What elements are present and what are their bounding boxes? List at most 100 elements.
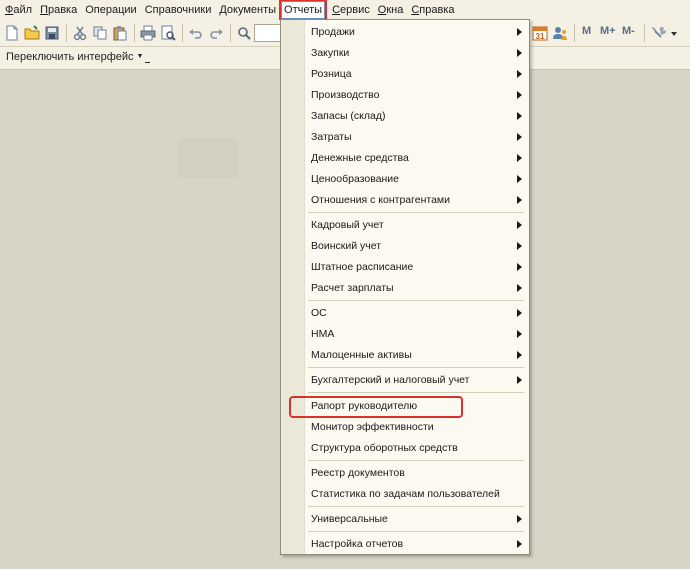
undo-icon[interactable] xyxy=(188,25,204,41)
menu-item-accounting-tax[interactable]: Бухгалтерский и налоговый учет xyxy=(304,370,528,390)
submenu-arrow-icon xyxy=(517,154,522,162)
calendar-day: 31 xyxy=(536,32,545,41)
menu-item-label: Статистика по задачам пользователей xyxy=(311,488,500,500)
menu-windows-label: кна xyxy=(386,4,404,16)
menu-item-label: Розница xyxy=(311,68,352,80)
menu-item-document-registry[interactable]: Реестр документов xyxy=(304,463,528,483)
submenu-arrow-icon xyxy=(517,49,522,57)
menu-item-military[interactable]: Воинский учет xyxy=(304,236,528,256)
menu-item-label: Рапорт руководителю xyxy=(311,400,418,412)
submenu-arrow-icon xyxy=(517,112,522,120)
menu-item-low-value-assets[interactable]: Малоценные активы xyxy=(304,345,528,365)
menu-item-efficiency-monitor[interactable]: Монитор эффективности xyxy=(304,417,528,437)
memory-add-button[interactable]: M+ xyxy=(600,25,616,37)
menu-item-costs[interactable]: Затраты xyxy=(304,127,528,147)
background-placeholder xyxy=(178,138,238,178)
menu-service-accel: С xyxy=(332,4,341,16)
save-icon[interactable] xyxy=(44,25,60,41)
menu-icon-gutter xyxy=(281,20,305,554)
memory-recall-button[interactable]: M xyxy=(582,25,591,37)
menu-item-retail[interactable]: Розница xyxy=(304,64,528,84)
reports-dropdown-menu: Продажи Закупки Розница Производство Зап… xyxy=(280,19,530,555)
menu-item-label: Кадровый учет xyxy=(311,219,384,231)
submenu-arrow-icon xyxy=(517,351,522,359)
toolbar-separator xyxy=(134,24,135,42)
print-icon[interactable] xyxy=(140,25,156,41)
menu-item-intangibles[interactable]: НМА xyxy=(304,324,528,344)
menu-reports[interactable]: Отчеты xyxy=(279,0,328,21)
menu-item-label: Запасы (склад) xyxy=(311,110,386,122)
new-document-icon[interactable] xyxy=(4,25,20,41)
menu-item-label: Настройка отчетов xyxy=(311,538,404,550)
menu-item-pricing[interactable]: Ценообразование xyxy=(304,169,528,189)
menu-help-label: правка xyxy=(419,4,455,16)
menu-references[interactable]: Справочники xyxy=(142,1,215,19)
menu-item-sales[interactable]: Продажи xyxy=(304,22,528,42)
menu-help[interactable]: Справка xyxy=(408,1,457,19)
tools-icon[interactable] xyxy=(650,25,666,41)
menu-separator xyxy=(308,300,524,301)
menu-edit-accel: П xyxy=(40,4,48,16)
menu-item-label: Расчет зарплаты xyxy=(311,282,394,294)
switch-interface-button[interactable]: Переключить интерфейс ▼ xyxy=(6,51,151,63)
menu-item-payroll[interactable]: Расчет зарплаты xyxy=(304,278,528,298)
print-preview-icon[interactable] xyxy=(160,25,176,41)
menu-item-label: ОС xyxy=(311,307,327,319)
users-icon[interactable] xyxy=(552,25,568,41)
menu-service[interactable]: Сервис xyxy=(329,1,373,19)
menu-item-label: Закупки xyxy=(311,47,350,59)
menu-item-production[interactable]: Производство xyxy=(304,85,528,105)
menu-item-label: Штатное расписание xyxy=(311,261,414,273)
menu-separator xyxy=(308,367,524,368)
menu-item-manager-report[interactable]: Рапорт руководителю xyxy=(304,396,528,416)
toolbar-separator xyxy=(230,24,231,42)
memory-subtract-button[interactable]: M- xyxy=(622,25,635,37)
menu-item-staffing[interactable]: Штатное расписание xyxy=(304,257,528,277)
menu-edit-label: равка xyxy=(47,4,78,16)
menu-item-label: Монитор эффективности xyxy=(311,421,434,433)
menu-item-counterparties[interactable]: Отношения с контрагентами xyxy=(304,190,528,210)
paste-icon[interactable] xyxy=(112,25,128,41)
menu-item-purchases[interactable]: Закупки xyxy=(304,43,528,63)
search-input[interactable] xyxy=(254,24,281,42)
search-icon[interactable] xyxy=(236,25,252,41)
menu-item-label: Бухгалтерский и налоговый учет xyxy=(311,374,470,386)
submenu-arrow-icon xyxy=(517,309,522,317)
menu-item-label: Малоценные активы xyxy=(311,349,412,361)
submenu-arrow-icon xyxy=(517,133,522,141)
submenu-arrow-icon xyxy=(517,221,522,229)
menu-item-cash[interactable]: Денежные средства xyxy=(304,148,528,168)
menu-file[interactable]: Файл xyxy=(2,1,35,19)
menu-item-inventory[interactable]: Запасы (склад) xyxy=(304,106,528,126)
menu-operations[interactable]: Операции xyxy=(82,1,139,19)
menu-item-label: Денежные средства xyxy=(311,152,409,164)
menu-item-label: Ценообразование xyxy=(311,173,399,185)
menu-item-universal[interactable]: Универсальные xyxy=(304,509,528,529)
menu-item-user-task-stats[interactable]: Статистика по задачам пользователей xyxy=(304,484,528,504)
copy-icon[interactable] xyxy=(92,25,108,41)
menu-item-fixed-assets[interactable]: ОС xyxy=(304,303,528,323)
submenu-arrow-icon xyxy=(517,515,522,523)
menu-item-label: Продажи xyxy=(311,26,355,38)
menu-item-hr[interactable]: Кадровый учет xyxy=(304,215,528,235)
switch-interface-label: Переключить интерфейс xyxy=(6,51,134,63)
menu-item-working-capital[interactable]: Структура оборотных средств xyxy=(304,438,528,458)
calendar-icon[interactable]: 31 xyxy=(532,25,548,41)
menu-item-label: Структура оборотных средств xyxy=(311,442,458,454)
underscore-mark xyxy=(145,62,151,63)
menu-documents[interactable]: Документы xyxy=(216,1,279,19)
toolbar-separator xyxy=(644,24,645,42)
menu-item-report-settings[interactable]: Настройка отчетов xyxy=(304,534,528,554)
redo-icon[interactable] xyxy=(208,25,224,41)
chevron-down-icon[interactable] xyxy=(670,25,678,41)
menu-bar: Файл Правка Операции Справочники Докумен… xyxy=(0,0,690,21)
open-folder-icon[interactable] xyxy=(24,25,40,41)
submenu-arrow-icon xyxy=(517,284,522,292)
submenu-arrow-icon xyxy=(517,28,522,36)
cut-icon[interactable] xyxy=(72,25,88,41)
menu-item-label: Производство xyxy=(311,89,380,101)
menu-edit[interactable]: Правка xyxy=(37,1,80,19)
menu-windows[interactable]: Окна xyxy=(375,1,407,19)
menu-service-label: ервис xyxy=(340,4,370,16)
menu-item-label: Воинский учет xyxy=(311,240,382,252)
